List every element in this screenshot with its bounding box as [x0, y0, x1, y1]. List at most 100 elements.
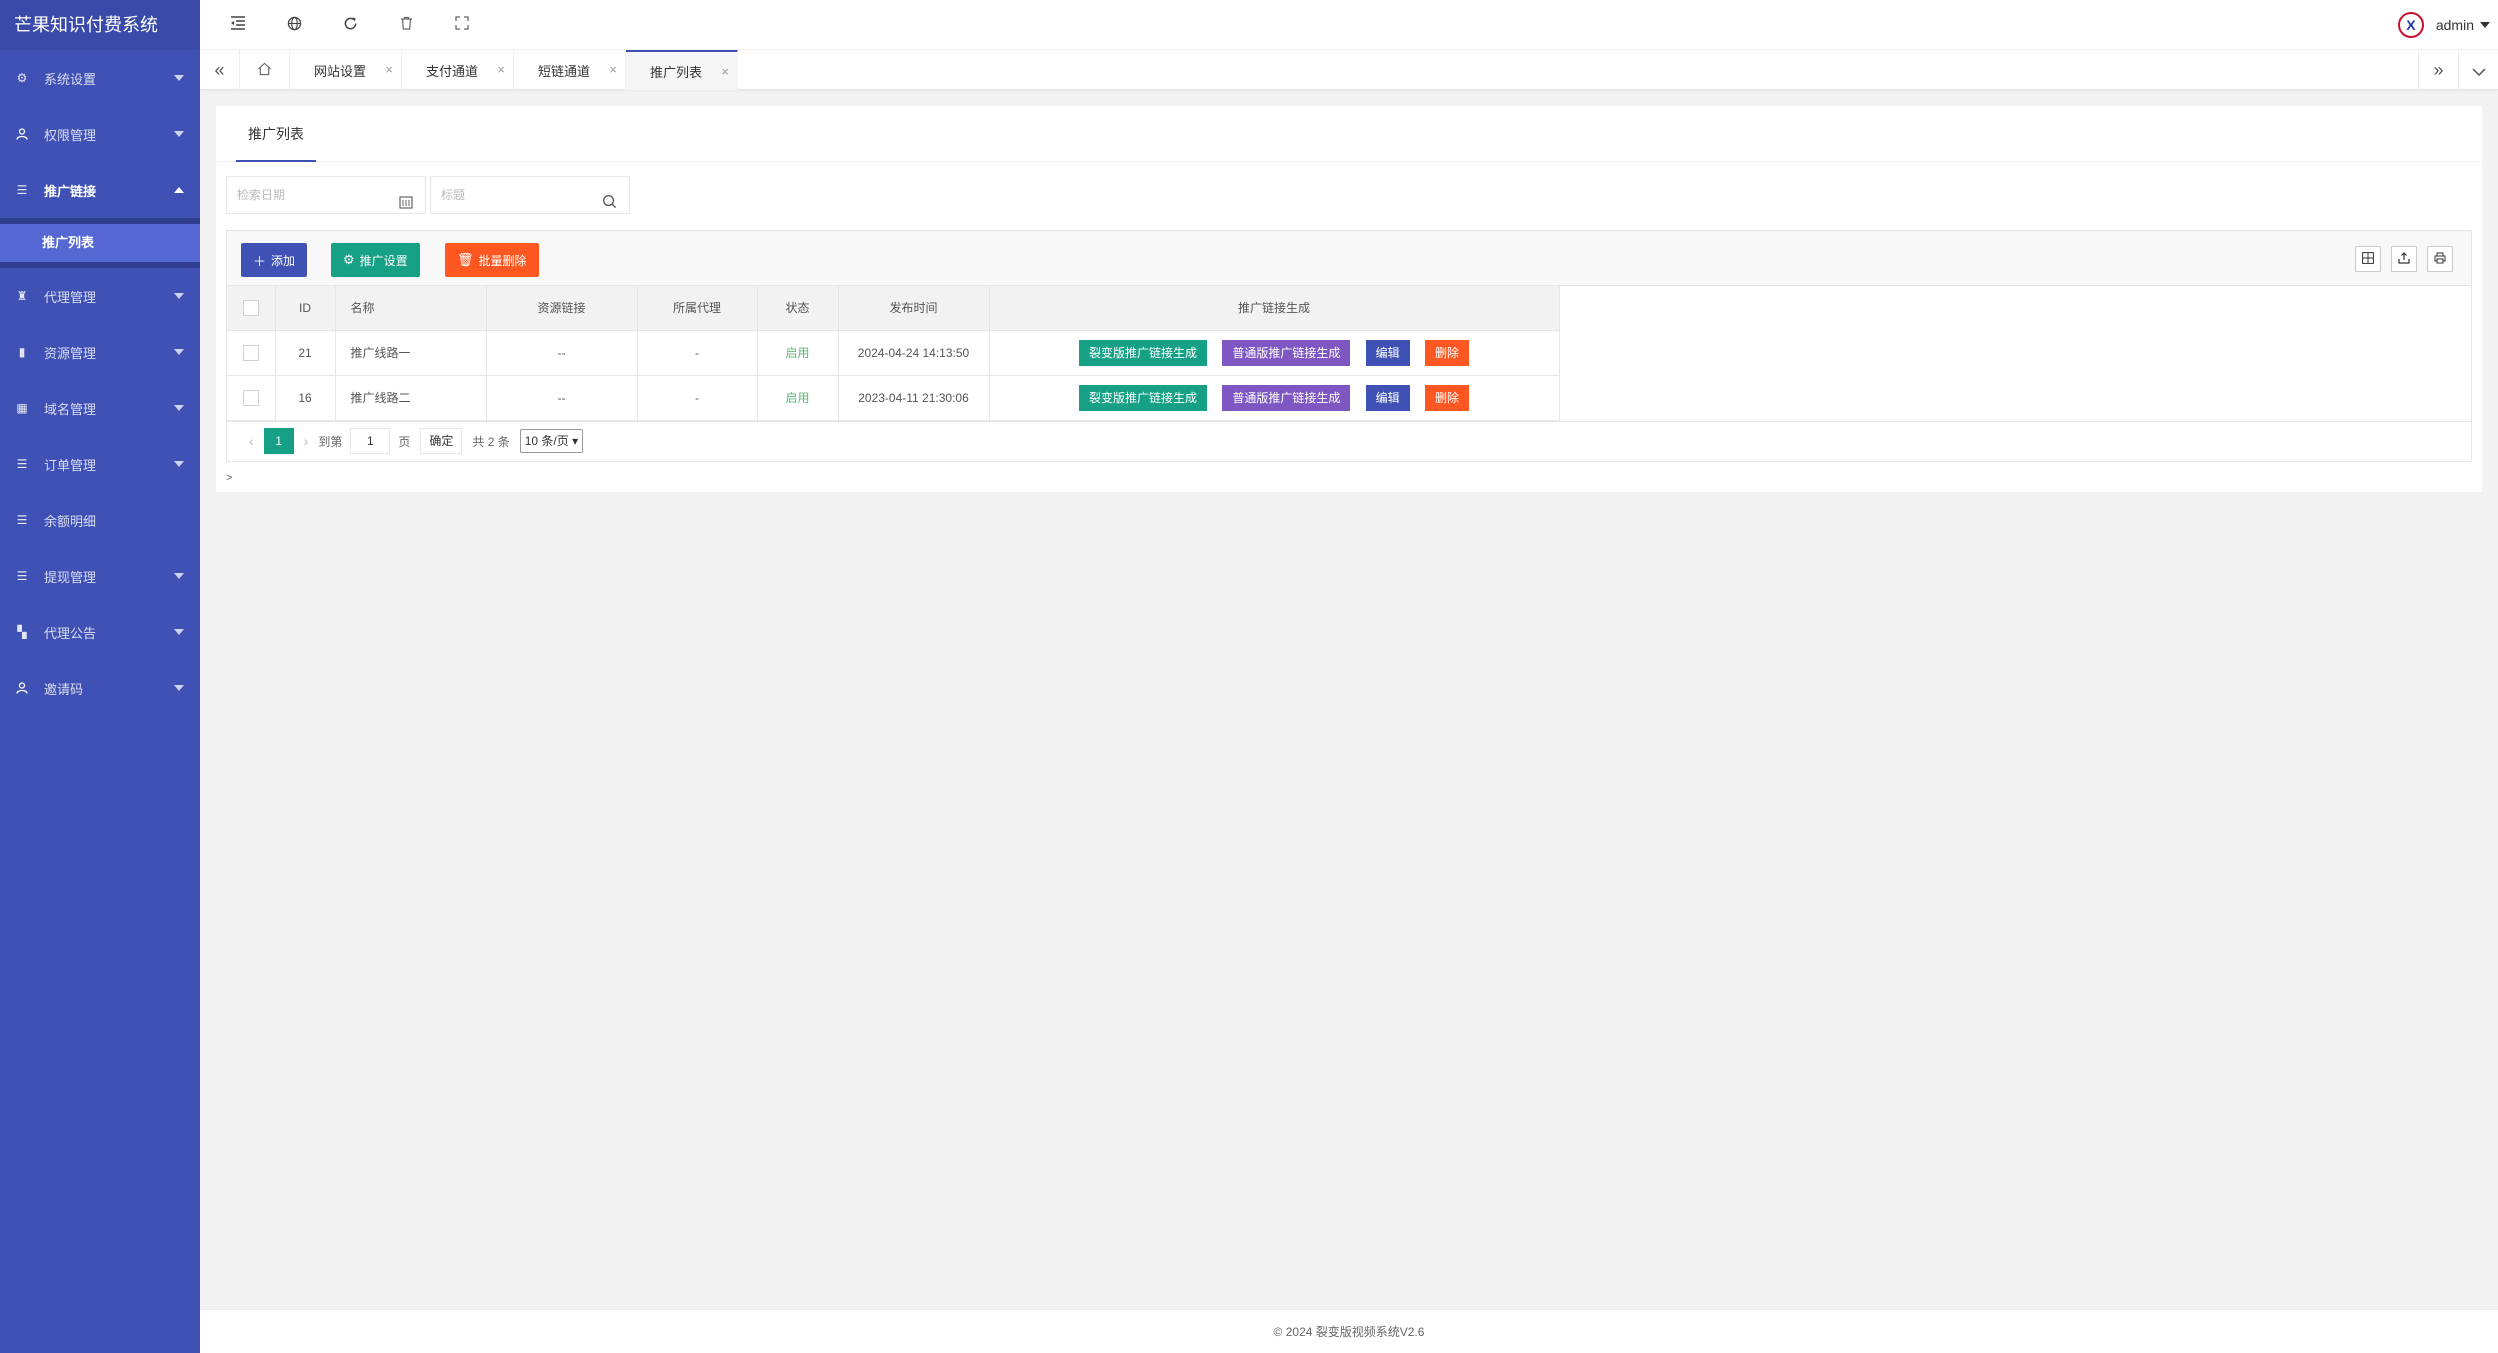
- sidebar-item-label: 代理管理: [44, 289, 97, 305]
- cell-agent: -: [637, 330, 758, 376]
- goto-label: 到第: [318, 434, 343, 449]
- sidebar-item-agent-management[interactable]: ♜ 代理管理: [0, 268, 200, 324]
- trash-icon: 🗑: [457, 252, 474, 267]
- select-all-checkbox[interactable]: [242, 299, 259, 316]
- delete-button[interactable]: 删除: [1425, 339, 1470, 366]
- sidebar-item-label: 域名管理: [44, 401, 97, 417]
- tab-payment-channel[interactable]: 支付通道 ×: [402, 50, 514, 90]
- delete-button[interactable]: 删除: [1425, 384, 1470, 411]
- search-row: 检索日期 标题: [226, 176, 634, 214]
- settings-label: 推广设置: [359, 253, 408, 268]
- card-tabs: 推广列表: [216, 106, 2482, 162]
- clear-cache-button[interactable]: [378, 0, 434, 50]
- menu-toggle-button[interactable]: [210, 0, 266, 50]
- sidebar-item-agent-notice[interactable]: ▚ 代理公告: [0, 604, 200, 660]
- search-icon[interactable]: [602, 187, 617, 223]
- tab-short-link-channel[interactable]: 短链通道 ×: [514, 50, 626, 90]
- edit-button[interactable]: 编辑: [1365, 384, 1410, 411]
- gear-icon: ⚙: [16, 71, 28, 85]
- date-placeholder: 检索日期: [237, 188, 286, 202]
- page-size-select[interactable]: 10 条/页 ▾: [519, 429, 584, 453]
- normal-link-button[interactable]: 普通版推广链接生成: [1222, 384, 1351, 411]
- user-icon: [14, 680, 30, 696]
- sidebar-item-invite-code[interactable]: 邀请码: [0, 660, 200, 716]
- close-icon[interactable]: ×: [497, 62, 505, 77]
- tab-label: 支付通道: [426, 63, 479, 79]
- sidebar-item-permissions[interactable]: 权限管理: [0, 106, 200, 162]
- sidebar-item-label: 订单管理: [44, 457, 97, 473]
- row-checkbox[interactable]: [242, 344, 259, 361]
- col-agent[interactable]: 所属代理: [637, 286, 758, 331]
- row-checkbox[interactable]: [242, 389, 259, 406]
- sidebar: 芒果知识付费系统 ⚙ 系统设置 权限管理 ☰ 推广链接 推广列表 ♜ 代理管理 …: [0, 0, 200, 1353]
- sidebar-item-system-settings[interactable]: ⚙ 系统设置: [0, 50, 200, 106]
- next-page-icon[interactable]: ›: [304, 433, 309, 449]
- close-icon[interactable]: ×: [721, 64, 729, 79]
- date-search-input[interactable]: 检索日期: [226, 176, 426, 214]
- col-id[interactable]: ID: [275, 286, 336, 331]
- close-icon[interactable]: ×: [385, 62, 393, 77]
- col-publish-time[interactable]: 发布时间: [838, 286, 990, 331]
- sidebar-item-label: 代理公告: [44, 625, 97, 641]
- col-resource[interactable]: 资源链接: [486, 286, 638, 331]
- fission-link-button[interactable]: 裂变版推广链接生成: [1078, 339, 1207, 366]
- indent-icon: [230, 16, 246, 33]
- sidebar-item-domain-management[interactable]: ▦ 域名管理: [0, 380, 200, 436]
- tab-home[interactable]: [240, 50, 290, 90]
- col-status[interactable]: 状态: [757, 286, 839, 331]
- app-title: 芒果知识付费系统: [0, 0, 200, 50]
- add-label: 添加: [271, 253, 296, 268]
- title-search-input[interactable]: 标题: [430, 176, 630, 214]
- trash-icon: [400, 16, 413, 33]
- print-button[interactable]: [2427, 246, 2453, 272]
- export-button[interactable]: [2391, 246, 2417, 272]
- total-count: 共 2 条: [472, 434, 510, 449]
- chevron-down-icon: [174, 75, 184, 81]
- normal-link-button[interactable]: 普通版推广链接生成: [1222, 339, 1351, 366]
- prev-page-icon[interactable]: ‹: [249, 433, 254, 449]
- sidebar-item-order-management[interactable]: ☰ 订单管理: [0, 436, 200, 492]
- top-header: X admin: [200, 0, 2498, 50]
- fullscreen-button[interactable]: [434, 0, 490, 50]
- tab-website-settings[interactable]: 网站设置 ×: [290, 50, 402, 90]
- content-card: 推广列表 检索日期 标题 ＋ 添加 ⚙ 推广设置 🗑 批量删除 ID 名称 资源…: [216, 106, 2482, 492]
- col-name[interactable]: 名称: [335, 286, 487, 331]
- promo-settings-button[interactable]: ⚙ 推广设置: [331, 243, 420, 277]
- card-tab-promo-list[interactable]: 推广列表: [236, 106, 316, 162]
- sidebar-item-label: 余额明细: [44, 513, 97, 529]
- fission-link-button[interactable]: 裂变版推广链接生成: [1078, 384, 1207, 411]
- double-chevron-left-icon: «: [214, 59, 225, 80]
- bar-chart-icon: ▮: [18, 345, 26, 359]
- refresh-button[interactable]: [322, 0, 378, 50]
- chevron-up-icon: [174, 187, 184, 193]
- cell-resource: --: [486, 375, 638, 421]
- select-all-cell: [227, 286, 276, 331]
- add-button[interactable]: ＋ 添加: [241, 243, 308, 277]
- tab-scroll-right-button[interactable]: »: [2418, 50, 2458, 90]
- page-unit-label: 页: [398, 434, 411, 449]
- row-select-cell: [227, 375, 276, 421]
- goto-confirm-button[interactable]: 确定: [420, 428, 463, 454]
- globe-button[interactable]: [266, 0, 322, 50]
- table-row: 21 推广线路一 -- - 启用 2024-04-24 14:13:50 裂变版…: [227, 330, 1560, 376]
- sidebar-item-resource-management[interactable]: ▮ 资源管理: [0, 324, 200, 380]
- sidebar-subitem-promo-list[interactable]: 推广列表: [0, 224, 200, 262]
- refresh-icon: [343, 16, 358, 34]
- tab-actions-dropdown[interactable]: [2458, 50, 2498, 90]
- sidebar-item-label: 推广链接: [44, 183, 97, 199]
- tab-promo-list[interactable]: 推广列表 ×: [626, 50, 738, 90]
- col-link-gen[interactable]: 推广链接生成: [989, 286, 1560, 331]
- column-filter-button[interactable]: [2355, 246, 2381, 272]
- batch-delete-button[interactable]: 🗑 批量删除: [445, 243, 539, 277]
- user-menu[interactable]: X admin: [2397, 0, 2498, 50]
- footer: © 2024 裂变版视频系统V2.6: [200, 1309, 2498, 1353]
- chevron-down-icon: [2480, 22, 2490, 28]
- tab-scroll-left-button[interactable]: «: [200, 50, 240, 90]
- sidebar-item-promo-links[interactable]: ☰ 推广链接: [0, 162, 200, 218]
- page-number-input[interactable]: 1: [350, 428, 391, 454]
- sidebar-item-balance-details[interactable]: ☰ 余额明细: [0, 492, 200, 548]
- close-icon[interactable]: ×: [609, 62, 617, 77]
- edit-button[interactable]: 编辑: [1365, 339, 1410, 366]
- sidebar-item-withdraw-management[interactable]: ☰ 提现管理: [0, 548, 200, 604]
- current-page-button[interactable]: 1: [263, 428, 294, 454]
